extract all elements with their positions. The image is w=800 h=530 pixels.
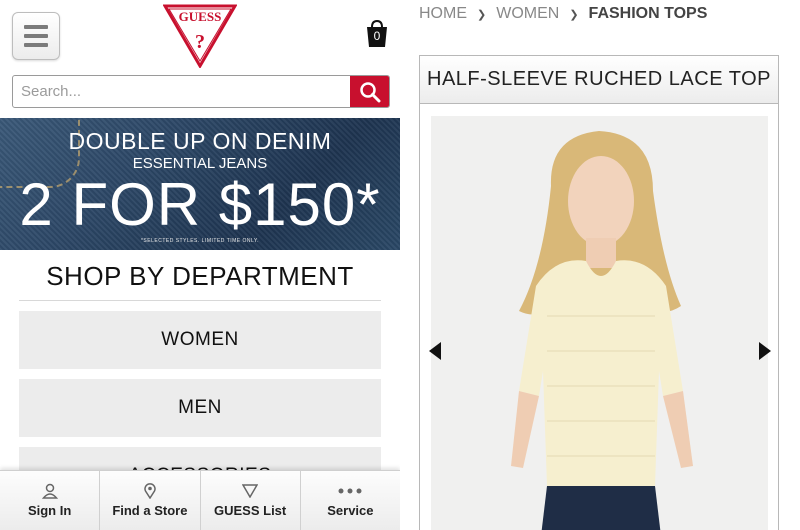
search-button[interactable]	[350, 76, 389, 107]
svg-text:?: ?	[195, 31, 205, 53]
menu-icon-bar	[24, 43, 48, 47]
arrow-right-icon	[759, 342, 771, 360]
search-input[interactable]	[13, 76, 350, 107]
tab-label: GUESS List	[214, 503, 287, 518]
menu-button[interactable]	[12, 12, 60, 60]
tab-service[interactable]: Service	[301, 471, 400, 530]
breadcrumb: HOME ❯ WOMEN ❯ FASHION TOPS	[419, 5, 707, 23]
bottom-tab-bar: Sign In Find a Store GUESS List Service	[0, 470, 400, 530]
app-root: GUESS ? 0 DOUBLE UP ON DENIM	[0, 0, 800, 530]
person-icon	[41, 483, 58, 499]
tab-find-a-store[interactable]: Find a Store	[100, 471, 201, 530]
menu-icon-bar	[24, 34, 48, 38]
product-card: HALF-SLEEVE RUCHED LACE TOP	[419, 55, 779, 530]
tab-sign-in[interactable]: Sign In	[0, 471, 101, 530]
tab-label: Sign In	[27, 503, 72, 518]
product-title: HALF-SLEEVE RUCHED LACE TOP	[420, 56, 778, 104]
department-women-button[interactable]: WOMEN	[19, 311, 381, 369]
promo-offer: 2 FOR $150*	[19, 171, 381, 238]
right-panel: HOME ❯ WOMEN ❯ FASHION TOPS HALF-SLEEVE …	[400, 0, 800, 530]
tab-label: Find a Store	[112, 503, 188, 518]
chevron-right-icon: ❯	[477, 8, 487, 21]
promo-fine-print: *SELECTED STYLES. LIMITED TIME ONLY.	[140, 238, 260, 244]
next-image-arrow[interactable]	[758, 341, 772, 361]
arrow-left-icon	[429, 342, 441, 360]
svg-text:GUESS: GUESS	[179, 9, 222, 24]
more-dots-icon	[338, 483, 362, 499]
shop-by-department-heading: SHOP BY DEPARTMENT	[19, 261, 381, 301]
promo-headline: DOUBLE UP ON DENIM	[68, 128, 332, 154]
promo-banner[interactable]: DOUBLE UP ON DENIM ESSENTIAL JEANS 2 FOR…	[0, 118, 400, 250]
triangle-icon	[242, 483, 259, 499]
product-image[interactable]	[431, 116, 768, 530]
shopping-bag-button[interactable]: 0	[364, 19, 390, 48]
search-icon	[359, 81, 380, 102]
tab-guess-list[interactable]: GUESS List	[201, 471, 301, 530]
department-men-button[interactable]: MEN	[19, 379, 381, 437]
cart-count: 0	[373, 29, 381, 43]
breadcrumb-women[interactable]: WOMEN	[496, 5, 559, 23]
breadcrumb-current: FASHION TOPS	[588, 5, 708, 22]
location-pin-icon	[143, 483, 157, 499]
tab-label: Service	[327, 503, 374, 518]
menu-icon-bar	[24, 25, 48, 29]
previous-image-arrow[interactable]	[428, 341, 442, 361]
guess-logo[interactable]: GUESS ?	[162, 4, 238, 69]
search-bar	[12, 75, 390, 108]
breadcrumb-home[interactable]: HOME	[419, 5, 467, 23]
chevron-right-icon: ❯	[569, 8, 579, 21]
left-panel: GUESS ? 0 DOUBLE UP ON DENIM	[0, 0, 400, 530]
